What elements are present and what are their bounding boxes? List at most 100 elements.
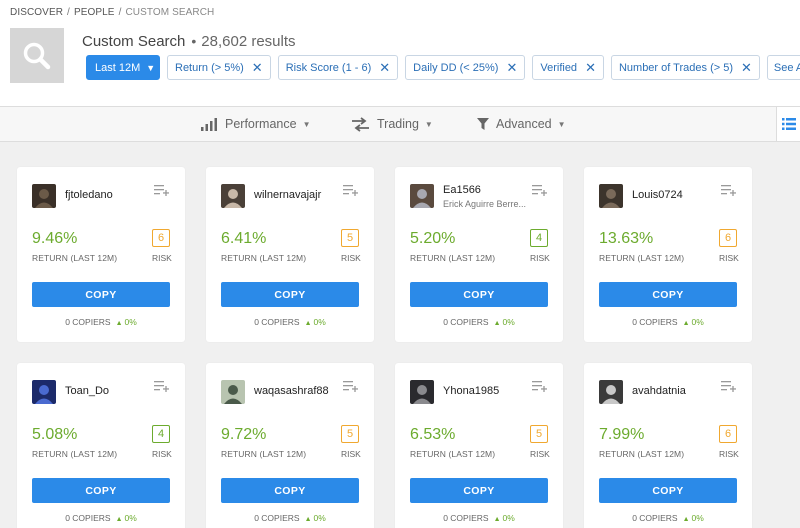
avatar[interactable] <box>410 184 434 208</box>
risk-score-badge: 6 <box>719 229 737 247</box>
username[interactable]: Ea1566 <box>443 184 481 196</box>
filter-chip-label: Risk Score (1 - 6) <box>285 61 372 74</box>
return-value: 9.72% <box>221 426 267 443</box>
close-icon[interactable]: ✕ <box>252 61 263 74</box>
breadcrumb-discover[interactable]: DISCOVER <box>10 7 63 18</box>
advanced-label: Advanced <box>496 117 552 131</box>
add-to-list-icon[interactable] <box>154 183 170 201</box>
avatar[interactable] <box>221 184 245 208</box>
copy-button[interactable]: COPY <box>599 282 737 307</box>
full-name: Erick Aguirre Berre... <box>443 199 527 209</box>
copy-button[interactable]: COPY <box>410 478 548 503</box>
trader-card[interactable]: Toan_Do 5.08% RETURN (LAST 12M) 4 RISK COPY 0 … <box>17 363 185 528</box>
return-value: 5.08% <box>32 426 78 443</box>
risk-score-badge: 6 <box>719 425 737 443</box>
copiers-count: 0 COPIERS <box>65 317 111 327</box>
trader-card[interactable]: wilnernavajajr 6.41% RETURN (LAST 12M) 5 RIS… <box>206 167 374 342</box>
advanced-menu[interactable]: Advanced ▼ <box>477 107 566 141</box>
close-icon[interactable]: ✕ <box>379 61 390 74</box>
avatar[interactable] <box>599 380 623 404</box>
add-to-list-icon[interactable] <box>532 379 548 397</box>
avatar[interactable] <box>221 380 245 404</box>
close-icon[interactable]: ✕ <box>585 61 596 74</box>
caret-down-icon: ▼ <box>302 119 311 129</box>
return-label: RETURN (LAST 12M) <box>221 253 307 263</box>
copy-button[interactable]: COPY <box>599 478 737 503</box>
copiers-info: 0 COPIERS ▲ 0% <box>206 513 374 523</box>
trader-card[interactable]: Yhona1985 6.53% RETURN (LAST 12M) 5 RISK COPY… <box>395 363 563 528</box>
copiers-change: 0% <box>502 513 515 523</box>
username[interactable]: Toan_Do <box>65 385 109 397</box>
filter-chip-daily-dd[interactable]: Daily DD (< 25%) ✕ <box>405 55 526 80</box>
up-arrow-icon: ▲ <box>682 516 690 523</box>
copy-button[interactable]: COPY <box>221 478 359 503</box>
performance-menu[interactable]: Performance ▼ <box>201 107 310 141</box>
filter-chip-number-of-trades[interactable]: Number of Trades (> 5) ✕ <box>610 55 760 80</box>
page-title: Custom Search <box>82 33 186 50</box>
username[interactable]: Yhona1985 <box>443 385 499 397</box>
copiers-change: 0% <box>502 317 515 327</box>
username[interactable]: wilnernavajajr <box>254 189 321 201</box>
add-to-list-icon[interactable] <box>721 379 737 397</box>
username[interactable]: Louis0724 <box>632 189 683 201</box>
return-label: RETURN (LAST 12M) <box>410 449 496 459</box>
copiers-change: 0% <box>313 513 326 523</box>
page-header: DISCOVER / PEOPLE / CUSTOM SEARCH Custom Sea… <box>0 0 800 106</box>
avatar[interactable] <box>410 380 434 404</box>
add-to-list-icon[interactable] <box>532 183 548 201</box>
avatar[interactable] <box>32 380 56 404</box>
copy-button[interactable]: COPY <box>410 282 548 307</box>
caret-down-icon: ▼ <box>146 62 156 73</box>
trader-card[interactable]: waqasashraf88 9.72% RETURN (LAST 12M) 5 RISK… <box>206 363 374 528</box>
trader-card[interactable]: fjtoledano 9.46% RETURN (LAST 12M) 6 RISK COP… <box>17 167 185 342</box>
list-icon <box>781 118 796 130</box>
filter-icon <box>477 118 489 130</box>
swap-arrows-icon <box>352 116 369 132</box>
trader-card[interactable]: Ea1566 Erick Aguirre Berre... 5.20% RETURN … <box>395 167 563 342</box>
list-view-toggle[interactable] <box>776 107 800 141</box>
filter-chip-return[interactable]: Return (> 5%) ✕ <box>167 55 271 80</box>
avatar[interactable] <box>32 184 56 208</box>
copiers-info: 0 COPIERS ▲ 0% <box>17 513 185 523</box>
username[interactable]: waqasashraf88 <box>254 385 329 397</box>
trader-card[interactable]: Louis0724 13.63% RETURN (LAST 12M) 6 RISK COP… <box>584 167 752 342</box>
copy-button[interactable]: COPY <box>221 282 359 307</box>
copiers-info: 0 COPIERS ▲ 0% <box>395 513 563 523</box>
breadcrumb-people[interactable]: PEOPLE <box>74 7 115 18</box>
add-to-list-icon[interactable] <box>343 183 359 201</box>
trading-label: Trading <box>377 117 419 131</box>
up-arrow-icon: ▲ <box>304 516 312 523</box>
add-to-list-icon[interactable] <box>154 379 170 397</box>
avatar[interactable] <box>599 184 623 208</box>
copiers-count: 0 COPIERS <box>443 317 489 327</box>
add-to-list-icon[interactable] <box>721 183 737 201</box>
copiers-count: 0 COPIERS <box>65 513 111 523</box>
close-icon[interactable]: ✕ <box>506 61 517 74</box>
filter-bar: Last 12M ▼ Return (> 5%) ✕ Risk Score (1 -… <box>86 55 800 80</box>
filter-chip-verified[interactable]: Verified ✕ <box>532 55 604 80</box>
username[interactable]: avahdatnia <box>632 385 686 397</box>
filter-chip-risk-score[interactable]: Risk Score (1 - 6) ✕ <box>277 55 399 80</box>
copiers-count: 0 COPIERS <box>443 513 489 523</box>
risk-label: RISK <box>530 253 550 263</box>
copy-button[interactable]: COPY <box>32 478 170 503</box>
close-icon[interactable]: ✕ <box>741 61 752 74</box>
risk-label: RISK <box>530 449 550 459</box>
see-all-dropdown[interactable]: See All▼ <box>766 55 800 80</box>
caret-down-icon: ▼ <box>557 119 566 129</box>
risk-label: RISK <box>719 253 739 263</box>
copiers-change: 0% <box>691 513 704 523</box>
search-icon <box>23 42 51 69</box>
trading-menu[interactable]: Trading ▼ <box>351 107 433 141</box>
up-arrow-icon: ▲ <box>493 516 501 523</box>
risk-score-badge: 5 <box>530 425 548 443</box>
copy-button[interactable]: COPY <box>32 282 170 307</box>
risk-score-badge: 5 <box>341 425 359 443</box>
period-dropdown[interactable]: Last 12M ▼ <box>86 55 160 80</box>
see-all-label: See All <box>773 61 800 74</box>
add-to-list-icon[interactable] <box>343 379 359 397</box>
username[interactable]: fjtoledano <box>65 189 113 201</box>
return-value: 9.46% <box>32 230 78 247</box>
return-label: RETURN (LAST 12M) <box>410 253 496 263</box>
trader-card[interactable]: avahdatnia 7.99% RETURN (LAST 12M) 6 RISK COP… <box>584 363 752 528</box>
